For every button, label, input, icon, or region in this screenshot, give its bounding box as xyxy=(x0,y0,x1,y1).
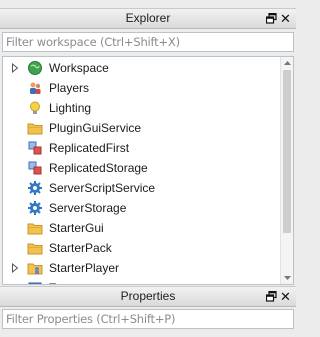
tree-item-workspace[interactable]: Workspace xyxy=(3,58,281,78)
tree-item-label: StarterGui xyxy=(49,221,104,235)
tree-item-startergui[interactable]: StarterGui xyxy=(3,218,281,238)
tree-item-label: StarterPlayer xyxy=(49,261,120,275)
tree-item-label: ServerStorage xyxy=(49,201,127,215)
tree-item-label: Teams xyxy=(49,281,84,284)
tree-item-label: ServerScriptService xyxy=(49,181,156,195)
tree-item-replicatedfirst[interactable]: ReplicatedFirst xyxy=(3,138,281,158)
properties-filter-input[interactable]: Filter Properties (Ctrl+Shift+P) xyxy=(2,309,294,329)
tree-item-serverstorage[interactable]: ServerStorage xyxy=(3,198,281,218)
replicated-icon xyxy=(28,141,42,155)
expand-arrow-icon[interactable] xyxy=(11,63,19,73)
tree-item-serverscriptservice[interactable]: ServerScriptService xyxy=(3,178,281,198)
expand-arrow-icon[interactable] xyxy=(11,263,19,273)
close-icon[interactable]: ✕ xyxy=(280,290,291,303)
tree-item-label: StarterPack xyxy=(49,241,112,255)
tree-item-label: Players xyxy=(49,81,90,95)
explorer-header: Explorer ✕ xyxy=(0,8,296,29)
starter-player-icon xyxy=(27,263,43,275)
folder-icon xyxy=(27,123,43,135)
float-window-icon[interactable] xyxy=(266,13,277,24)
folder-icon xyxy=(27,243,43,255)
teams-icon xyxy=(28,282,42,284)
tree-item-label: PluginGuiService xyxy=(49,121,142,135)
float-window-icon[interactable] xyxy=(266,291,277,302)
folder-icon xyxy=(27,223,43,235)
tree-item-label: ReplicatedStorage xyxy=(49,161,148,175)
tree-item-label: ReplicatedFirst xyxy=(49,141,130,155)
scroll-up-arrow-icon[interactable] xyxy=(283,59,292,68)
explorer-tree: Workspace Players Lighting PluginGuiService… xyxy=(2,56,294,285)
tree-item-label: Workspace xyxy=(49,61,109,75)
properties-title: Properties xyxy=(120,289,176,303)
server-gear-icon xyxy=(28,181,42,195)
lighting-bulb-icon xyxy=(30,101,40,114)
tree-item-starterpack[interactable]: StarterPack xyxy=(3,238,281,258)
workspace-globe-icon xyxy=(28,61,42,75)
explorer-filter-input[interactable]: Filter workspace (Ctrl+Shift+X) xyxy=(2,32,294,52)
explorer-scrollbar[interactable] xyxy=(280,57,293,284)
properties-header: Properties ✕ xyxy=(0,286,296,307)
tree-item-players[interactable]: Players xyxy=(3,78,281,98)
scroll-down-arrow-icon[interactable] xyxy=(283,273,292,282)
close-icon[interactable]: ✕ xyxy=(280,12,291,25)
tree-item-pluginguiservice[interactable]: PluginGuiService xyxy=(3,118,281,138)
players-icon xyxy=(30,82,41,94)
replicated-icon xyxy=(28,161,42,175)
tree-item-starterplayer[interactable]: StarterPlayer xyxy=(3,258,281,278)
tree-item-lighting[interactable]: Lighting xyxy=(3,98,281,118)
server-gear-icon xyxy=(28,201,42,215)
tree-item-teams[interactable]: Teams xyxy=(3,278,281,284)
explorer-title: Explorer xyxy=(125,11,171,25)
tree-item-label: Lighting xyxy=(49,101,92,115)
tree-item-replicatedstorage[interactable]: ReplicatedStorage xyxy=(3,158,281,178)
scrollbar-thumb[interactable] xyxy=(283,70,291,233)
